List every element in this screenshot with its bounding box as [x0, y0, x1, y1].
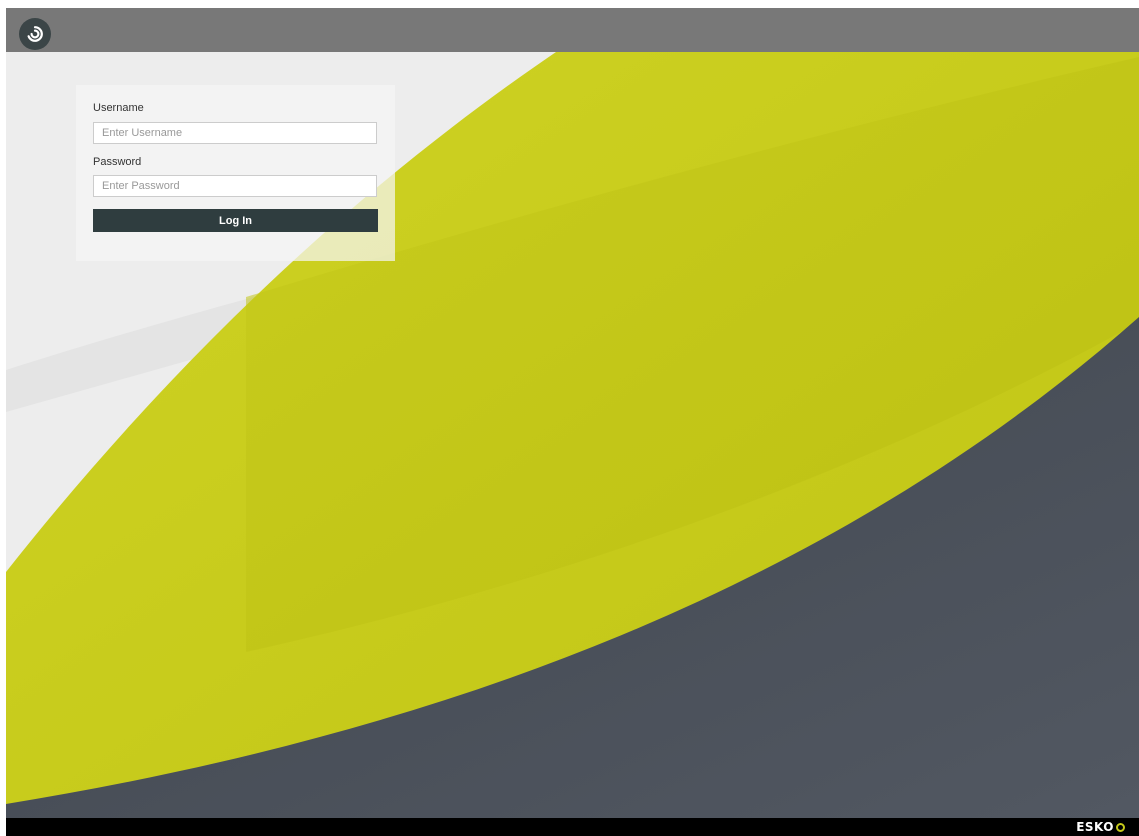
app-window: Username Password Log In ESKO [0, 0, 1139, 836]
swirl-icon [27, 26, 43, 42]
password-label: Password [93, 156, 142, 168]
esko-flower-icon [1116, 822, 1125, 832]
login-panel: Username Password Log In [76, 85, 395, 261]
esko-brand: ESKO [1076, 819, 1125, 835]
top-bar [6, 8, 1139, 52]
log-in-button[interactable]: Log In [93, 209, 378, 232]
username-label: Username [93, 102, 144, 114]
username-input[interactable] [93, 122, 377, 144]
footer-bar: ESKO [6, 818, 1139, 836]
app-logo-button[interactable] [19, 18, 51, 50]
password-input[interactable] [93, 175, 377, 197]
brand-name: ESKO [1076, 820, 1114, 834]
